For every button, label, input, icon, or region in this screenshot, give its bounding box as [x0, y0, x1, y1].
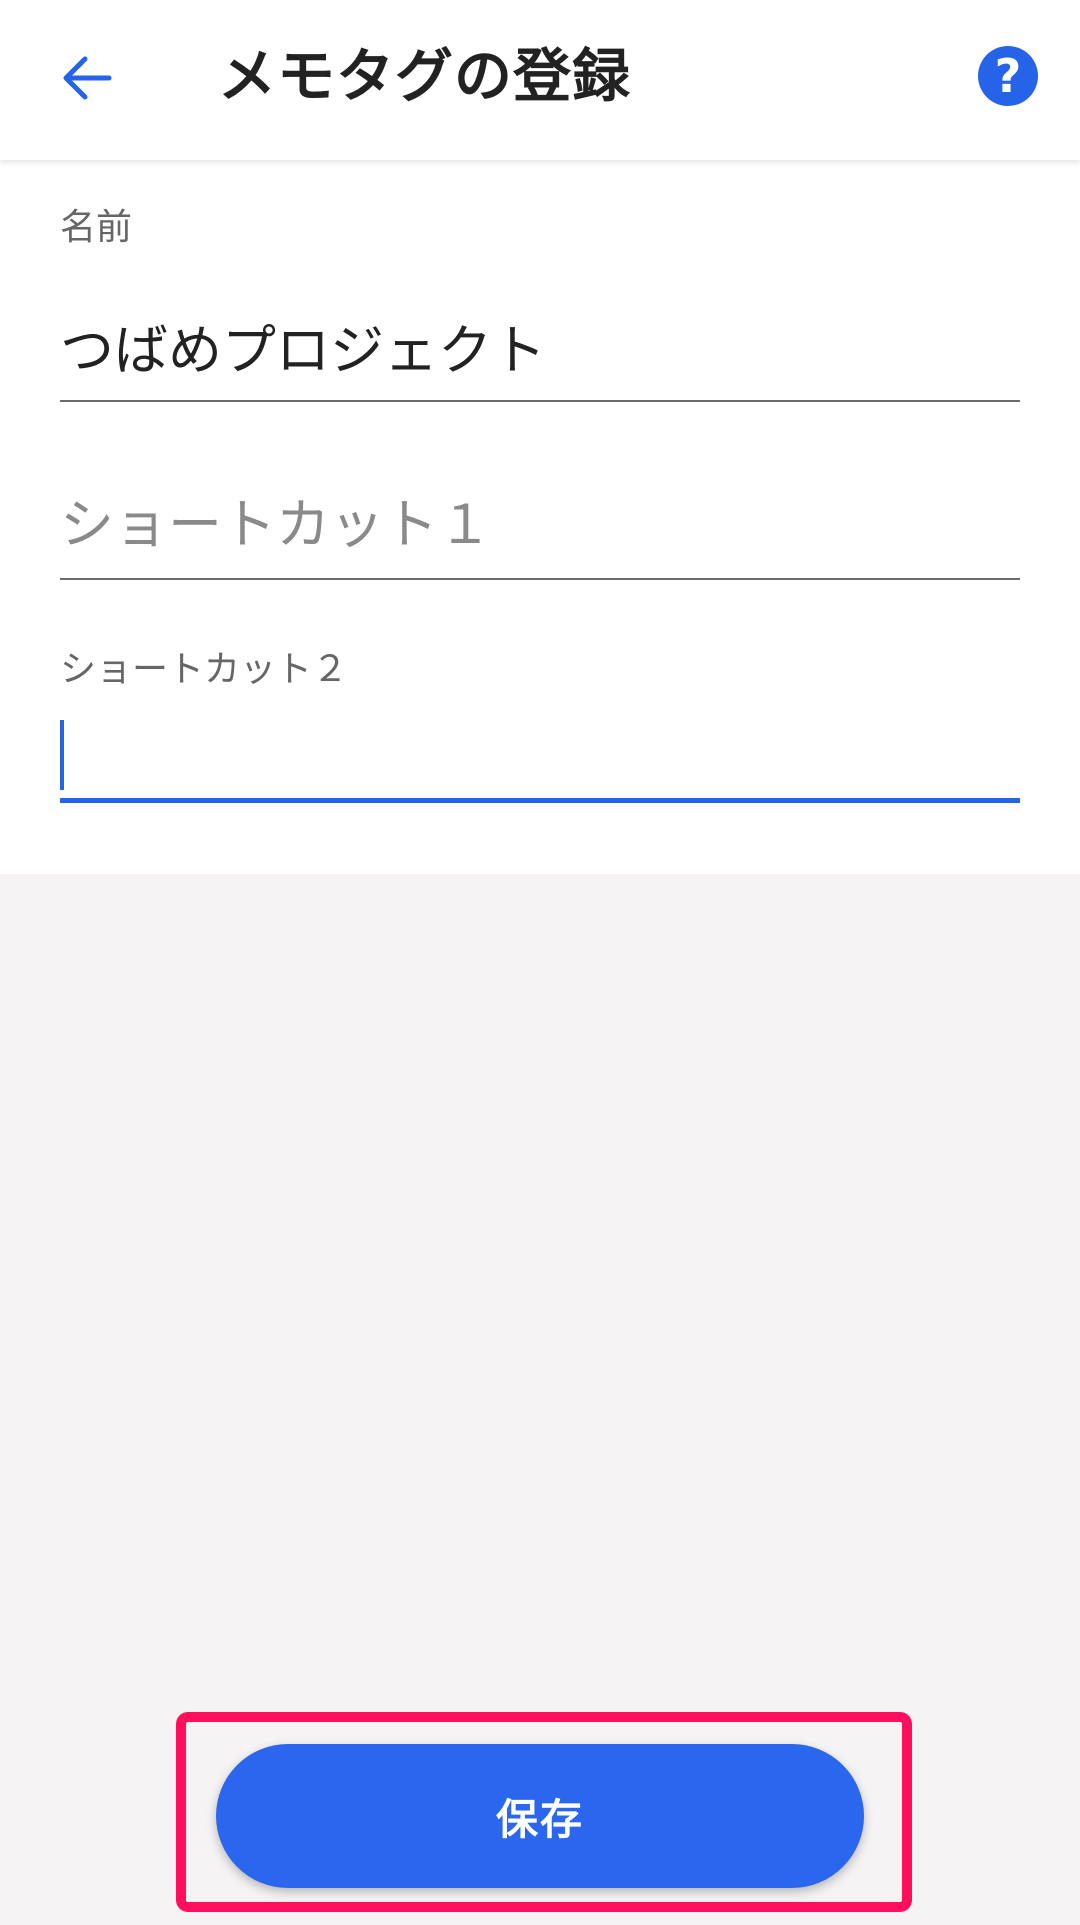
help-icon: ?	[994, 49, 1022, 103]
page-title: メモタグの登録	[218, 42, 632, 110]
shortcut2-field-underline	[60, 798, 1020, 803]
shortcut2-field[interactable]: ショートカット２	[60, 648, 1020, 808]
save-button[interactable]: 保存	[216, 1744, 864, 1888]
form-area: 名前 つばめプロジェクト ショートカット１ ショートカット２	[0, 160, 1080, 874]
arrow-left-icon	[63, 56, 112, 100]
name-field-underline	[60, 400, 1020, 402]
shortcut1-field-placeholder: ショートカット１	[60, 493, 492, 556]
shortcut2-field-label: ショートカット２	[60, 649, 349, 690]
shortcut1-field[interactable]: ショートカット１	[60, 490, 1020, 580]
text-caret	[60, 720, 64, 790]
app-bar: メモタグの登録 ?	[0, 0, 1080, 160]
help-button[interactable]: ?	[978, 46, 1038, 106]
back-button[interactable]	[54, 46, 118, 110]
name-field-value[interactable]: つばめプロジェクト	[60, 316, 546, 386]
name-field-label: 名前	[60, 207, 133, 248]
shortcut1-field-underline	[60, 578, 1020, 580]
name-field[interactable]: 名前 つばめプロジェクト	[60, 206, 1020, 402]
